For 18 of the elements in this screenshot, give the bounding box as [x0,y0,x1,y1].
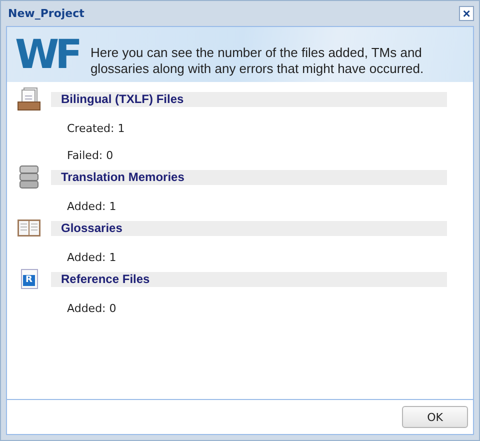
result-count: Created: 1 [67,122,126,135]
result-count: Added: 1 [67,200,118,213]
result-count: Added: 1 [67,251,118,264]
result-count: Added: 0 [67,302,118,315]
ok-button[interactable]: OK [402,406,468,428]
reference-document-icon: R [20,269,38,289]
banner-message: Here you can see the number of the files added, TMs and glossaries along with any errors that might have occurred. [90,44,425,76]
database-icon [19,165,39,189]
section-title: Bilingual (TXLF) Files [61,92,184,106]
close-button[interactable]: × [459,6,474,21]
result-count: Failed: 0 [67,149,114,162]
section-title: Reference Files [61,272,150,286]
window-title: New_Project [8,7,84,20]
section-title: Translation Memories [61,170,184,184]
logo: WF [15,34,78,74]
book-icon [17,219,41,237]
section-title: Glossaries [61,221,122,235]
document-tray-icon [17,87,41,111]
